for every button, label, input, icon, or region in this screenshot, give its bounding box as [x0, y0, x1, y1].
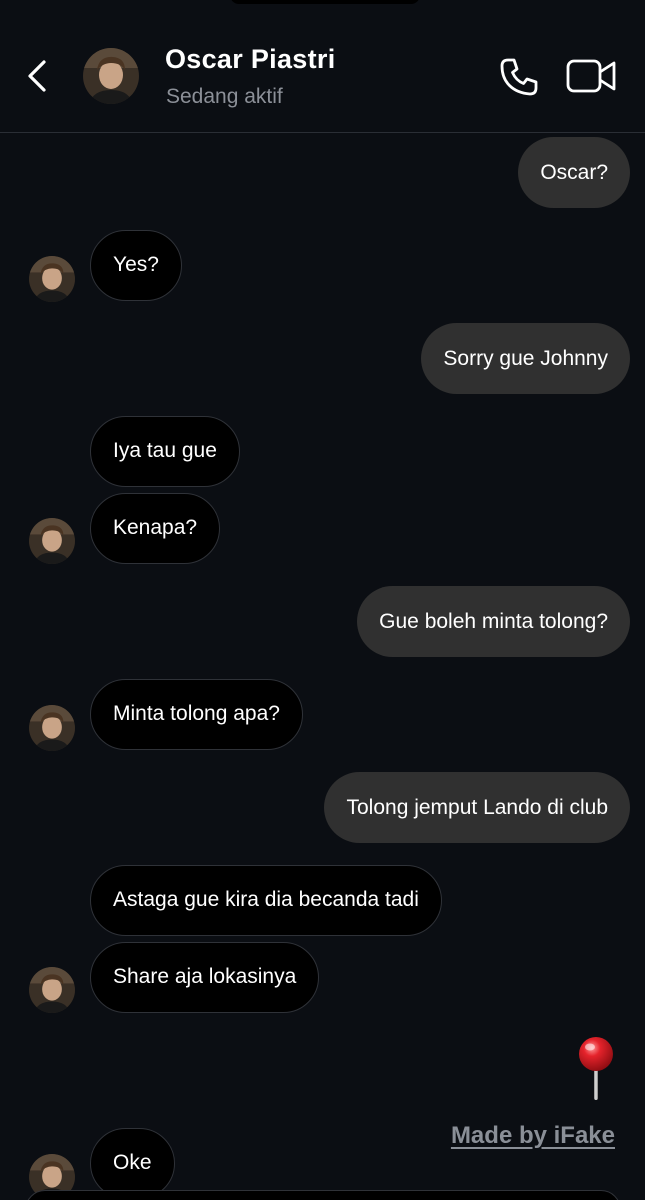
message-outgoing[interactable]: Oscar?: [518, 137, 630, 208]
watermark: Made by iFake: [450, 1122, 615, 1149]
message-incoming[interactable]: Yes?: [90, 230, 182, 301]
video-camera-icon[interactable]: [566, 58, 618, 94]
message-incoming[interactable]: Minta tolong apa?: [90, 679, 303, 750]
contact-avatar[interactable]: [83, 48, 139, 104]
contact-name[interactable]: Oscar Piastri: [165, 44, 336, 75]
message-incoming[interactable]: Astaga gue kira dia becanda tadi: [90, 865, 442, 936]
message-outgoing[interactable]: Sorry gue Johnny: [421, 323, 630, 394]
message-outgoing[interactable]: Tolong jemput Lando di club: [324, 772, 630, 843]
message-avatar[interactable]: [29, 705, 75, 751]
pushpin-icon[interactable]: [576, 1034, 616, 1104]
message-incoming[interactable]: Share aja lokasinya: [90, 942, 320, 1013]
message-avatar[interactable]: [29, 967, 75, 1013]
message-avatar[interactable]: [29, 256, 75, 302]
phone-icon[interactable]: [498, 56, 540, 98]
message-input-bar[interactable]: [25, 1190, 621, 1200]
chevron-left-icon[interactable]: [22, 56, 54, 96]
chat-header: Oscar Piastri Sedang aktif: [0, 0, 645, 133]
message-incoming[interactable]: Oke: [90, 1128, 175, 1199]
message-outgoing[interactable]: Gue boleh minta tolong?: [357, 586, 630, 657]
message-incoming[interactable]: Kenapa?: [90, 493, 221, 564]
message-avatar[interactable]: [29, 518, 75, 564]
message-incoming[interactable]: Iya tau gue: [90, 416, 240, 487]
contact-status: Sedang aktif: [166, 85, 283, 108]
